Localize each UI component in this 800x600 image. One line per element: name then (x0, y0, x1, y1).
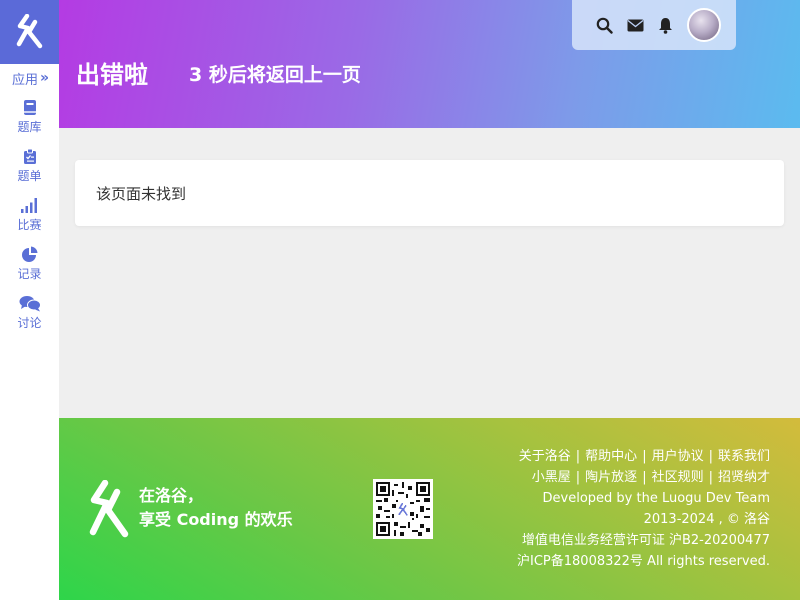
apps-label: 应用 (11, 72, 38, 88)
qr-code (373, 479, 433, 539)
sidebar-item-label: 题单 (17, 168, 42, 183)
sidebar: 应用 » 题库 题单 比赛 记录 讨论 (0, 0, 59, 600)
link-careers[interactable]: 招贤纳才 (718, 470, 770, 485)
redirect-notice: 3 秒后将返回上一页 (189, 64, 361, 86)
footer-links-row-1: 关于洛谷 | 帮助中心 | 用户协议 | 联系我们 (518, 449, 770, 464)
license-number: 增值电信业务经营许可证 沪B2-20200477 (521, 533, 770, 548)
link-user-agreement[interactable]: 用户协议 (652, 449, 704, 464)
sidebar-item-training[interactable]: 题单 (0, 141, 59, 190)
sidebar-item-label: 记录 (17, 266, 42, 281)
error-message: 该页面未找到 (96, 184, 187, 203)
icp-record: 沪ICP备18008322号 All rights reserved. (517, 554, 770, 569)
avatar[interactable] (687, 8, 721, 42)
luogu-footer-logo-icon (89, 480, 129, 538)
signal-bars-icon (20, 197, 37, 213)
slogan-line-1: 在洛谷， (139, 486, 204, 505)
footer-links-row-2: 小黑屋 | 陶片放逐 | 社区规则 | 招贤纳才 (531, 470, 770, 485)
comments-icon (19, 295, 41, 311)
link-contact[interactable]: 联系我们 (718, 449, 770, 464)
clipboard-icon (23, 148, 36, 164)
link-ostracism[interactable]: 陶片放逐 (585, 470, 637, 485)
sidebar-item-label: 讨论 (17, 315, 42, 330)
sidebar-item-discuss[interactable]: 讨论 (0, 288, 59, 337)
developed-by: Developed by the Luogu Dev Team (542, 491, 770, 506)
sidebar-item-contest[interactable]: 比赛 (0, 190, 59, 239)
link-community-rules[interactable]: 社区规则 (652, 470, 704, 485)
footer-slogan: 在洛谷， 享受 Coding 的欢乐 (139, 484, 293, 532)
user-nav (572, 0, 736, 50)
sidebar-item-records[interactable]: 记录 (0, 239, 59, 288)
apps-toggle[interactable]: 应用 » (0, 64, 59, 92)
link-about[interactable]: 关于洛谷 (519, 449, 571, 464)
sidebar-item-problems[interactable]: 题库 (0, 92, 59, 141)
footer: 在洛谷， 享受 Coding 的欢乐 关于洛谷 | 帮助中心 | 用户协议 | 联系我们 (59, 418, 800, 600)
page-header: 出错啦 3 秒后将返回上一页 (59, 0, 800, 128)
copyright: 2013-2024 , © 洛谷 (643, 512, 770, 527)
link-blacklist[interactable]: 小黑屋 (532, 470, 571, 485)
qr-code-icon (376, 482, 430, 536)
envelope-icon[interactable] (627, 19, 644, 32)
book-icon (23, 99, 36, 115)
luogu-logo-icon (16, 14, 42, 49)
link-help[interactable]: 帮助中心 (585, 449, 637, 464)
double-chevron-right-icon: » (39, 70, 49, 86)
footer-links: 关于洛谷 | 帮助中心 | 用户协议 | 联系我们 小黑屋 | 陶片放逐 | 社区规则 | 招贤纳才 D… (517, 446, 770, 572)
page-title: 出错啦 (76, 61, 148, 89)
search-icon[interactable] (596, 17, 613, 34)
pie-chart-icon (21, 246, 37, 262)
link-dev-team[interactable]: Luogu Dev Team (662, 491, 770, 506)
slogan-line-2: 享受 Coding 的欢乐 (139, 510, 293, 529)
sidebar-item-label: 题库 (17, 119, 42, 134)
bell-icon[interactable] (658, 17, 673, 34)
luogu-logo[interactable] (0, 0, 59, 64)
sidebar-item-label: 比赛 (17, 217, 42, 232)
error-card: 该页面未找到 (75, 160, 784, 226)
